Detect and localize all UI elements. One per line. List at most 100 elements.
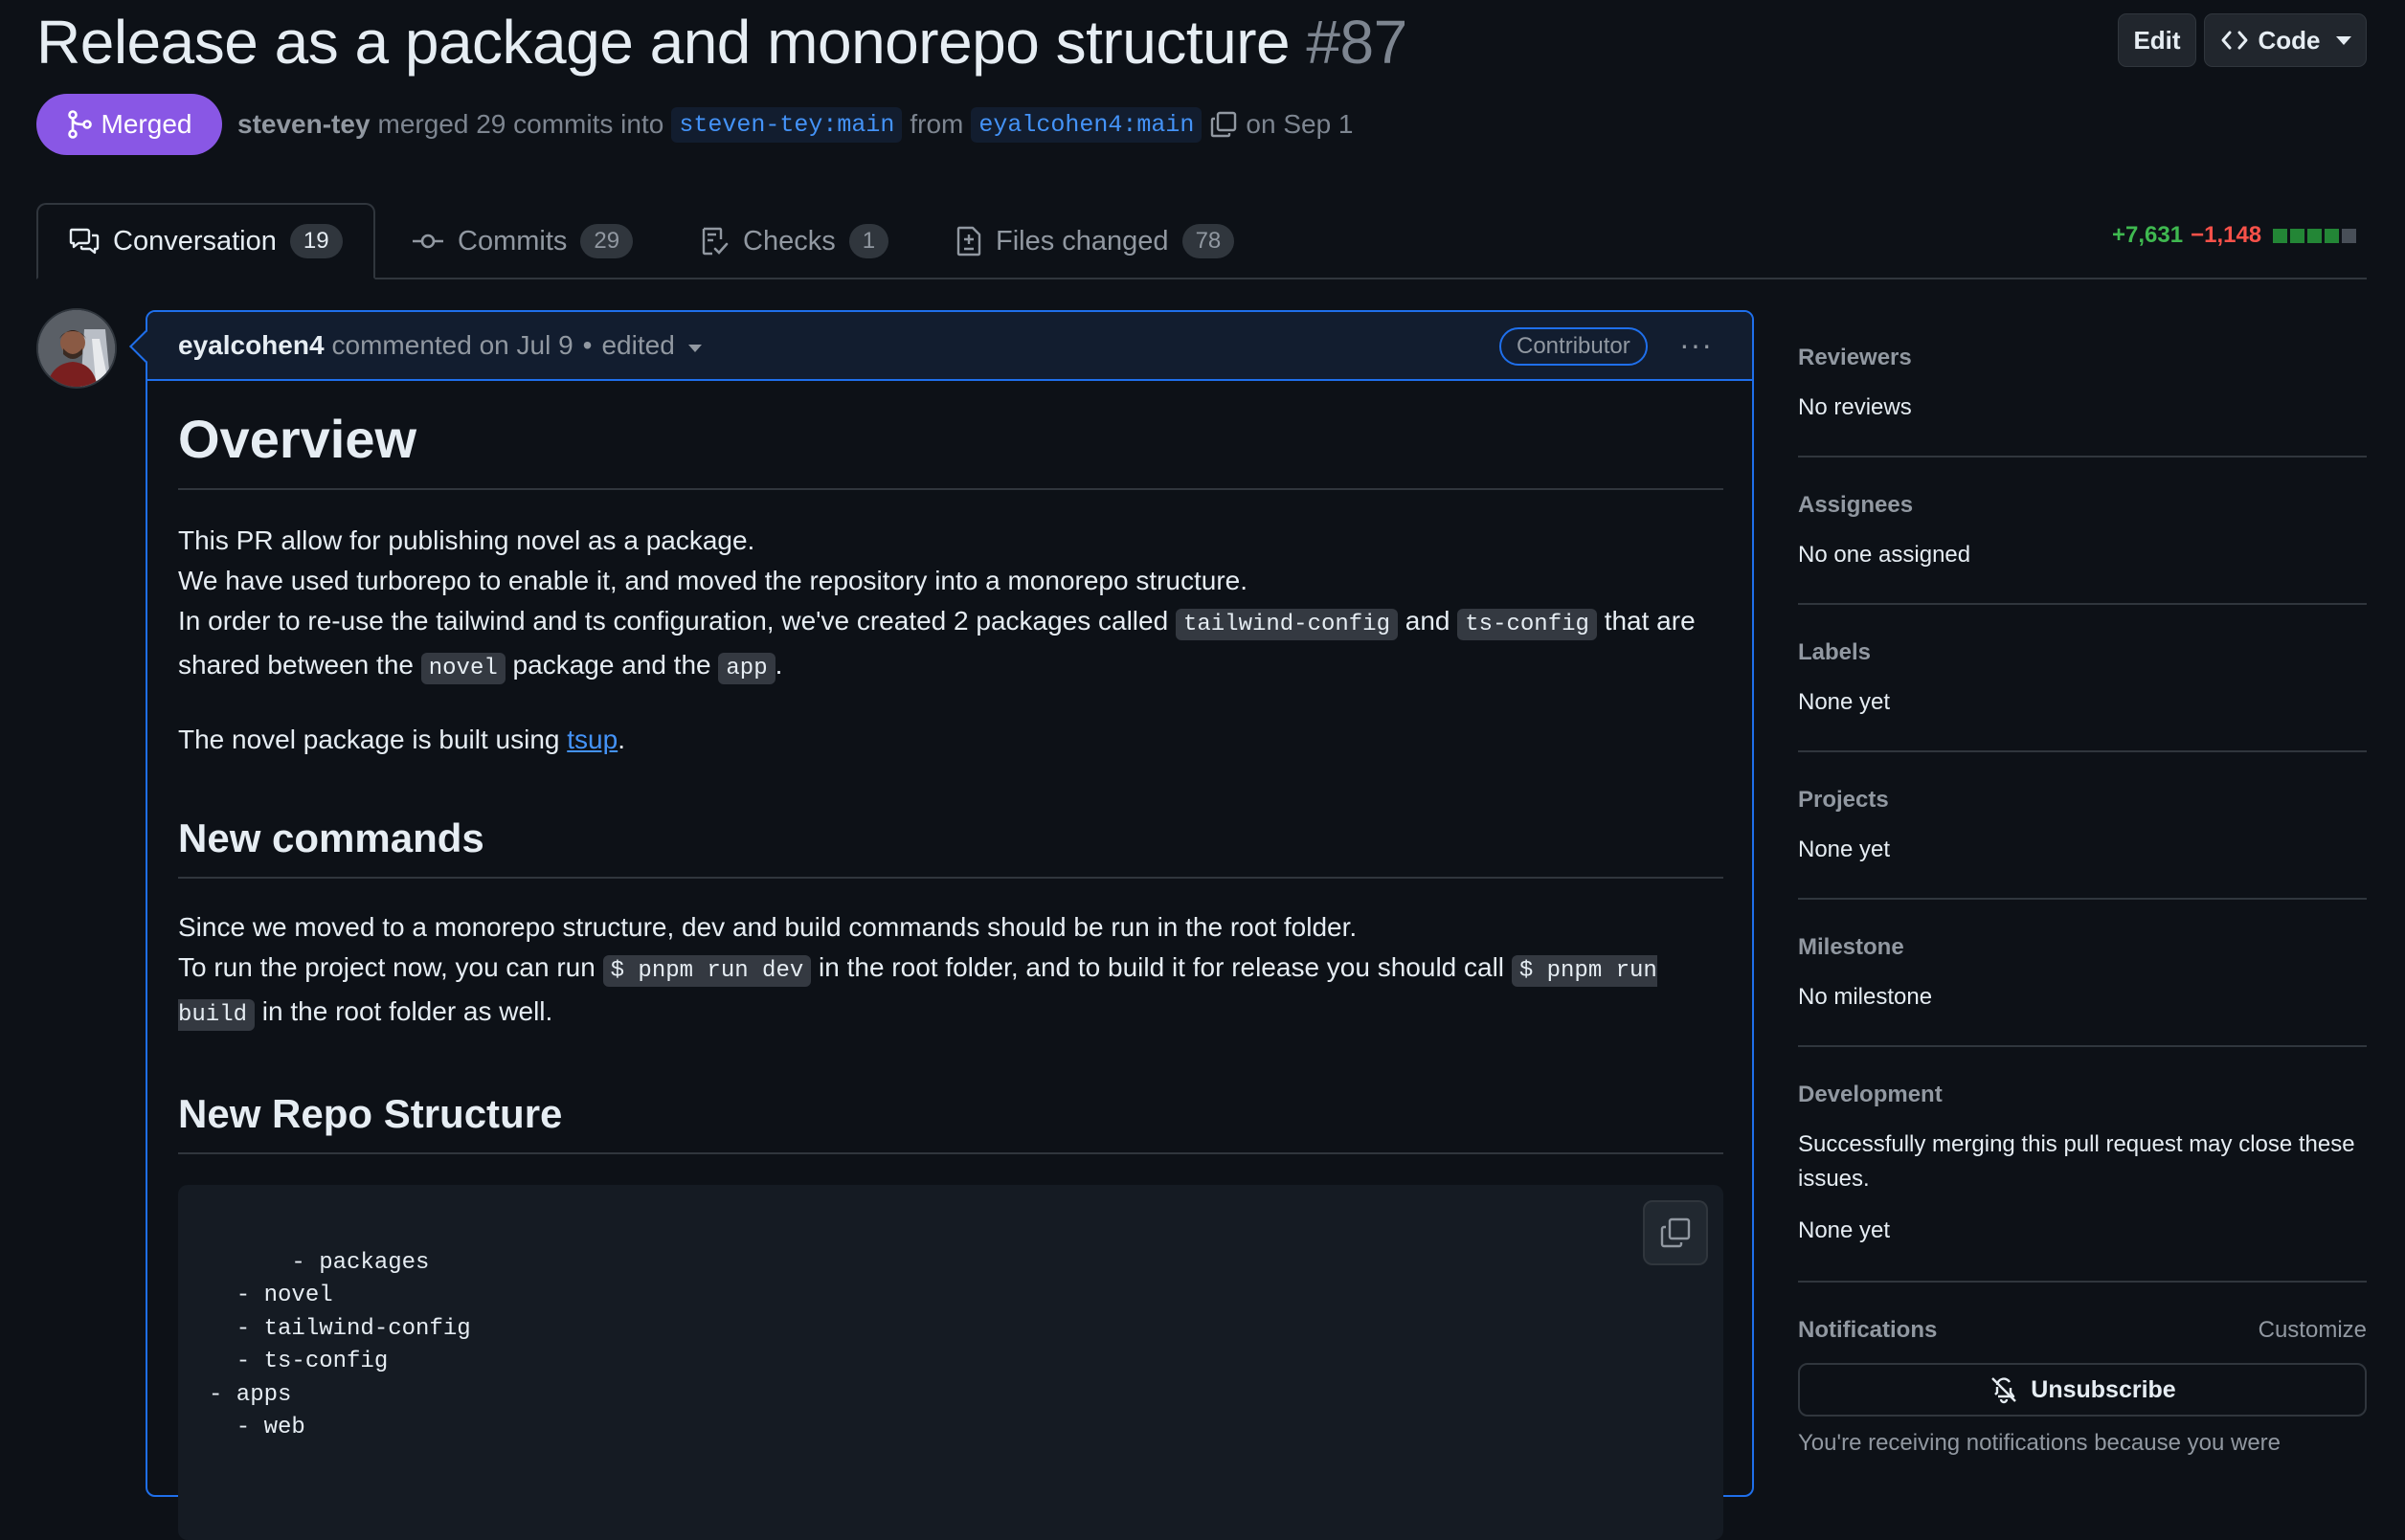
merged-text: merged 29 commits into <box>377 109 664 139</box>
tab-label: Conversation <box>113 225 277 257</box>
tab-label: Commits <box>458 225 568 257</box>
merger-link[interactable]: steven-tey <box>237 109 371 140</box>
heading-overview: Overview <box>178 404 1723 490</box>
sidebar-value: No milestone <box>1798 984 1933 1010</box>
inline-code: ts-config <box>1457 609 1597 640</box>
code-icon <box>2221 31 2247 50</box>
diffstat-square-neutral <box>2342 228 2357 243</box>
chevron-down-icon[interactable] <box>687 345 702 352</box>
chevron-down-icon <box>2335 35 2351 45</box>
additions-count: +7,631 <box>2112 222 2184 248</box>
git-commit-icon <box>413 234 443 249</box>
sidebar-notifications: Notifications Customize <box>1798 1317 2367 1344</box>
tab-counter: 19 <box>289 224 343 258</box>
deletions-count: −1,148 <box>2191 222 2262 248</box>
sidebar-heading[interactable]: Assignees <box>1798 492 2367 519</box>
sidebar-value: None yet <box>1798 837 1891 862</box>
comment-author[interactable]: eyalcohen4 <box>178 330 325 361</box>
tab-commits[interactable]: Commits 29 <box>381 203 663 279</box>
paragraph-text: and <box>1405 606 1450 636</box>
code-button[interactable]: Code <box>2204 13 2367 67</box>
from-text: from <box>910 109 964 139</box>
sidebar-development: Development Successfully merging this pu… <box>1798 1082 2367 1283</box>
contributor-badge: Contributor <box>1499 327 1648 366</box>
git-merge-icon <box>67 110 92 139</box>
status-badge-label: Merged <box>101 109 192 139</box>
inline-code: $ pnpm run dev <box>602 955 812 987</box>
sidebar-heading[interactable]: Development <box>1798 1082 2367 1108</box>
sidebar-heading[interactable]: Projects <box>1798 787 2367 814</box>
edit-button[interactable]: Edit <box>2118 13 2196 67</box>
sidebar-heading: Notifications <box>1798 1317 1938 1343</box>
diffstat-square-added <box>2307 228 2323 243</box>
tab-conversation[interactable]: Conversation 19 <box>36 203 375 279</box>
sidebar-value: None yet <box>1798 689 1891 715</box>
sidebar-value: None yet <box>1798 1217 1891 1243</box>
tab-checks[interactable]: Checks 1 <box>670 203 919 279</box>
paragraph: The novel package is built using tsup. <box>178 725 625 754</box>
diffstat-bar <box>2273 228 2357 243</box>
avatar[interactable] <box>36 308 117 389</box>
sidebar-labels: Labels None yet <box>1798 639 2367 752</box>
pr-number: #87 <box>1306 8 1407 77</box>
sidebar-value: No one assigned <box>1798 542 1971 568</box>
status-badge: Merged <box>36 94 222 155</box>
copy-button[interactable] <box>1643 1200 1708 1265</box>
sidebar-milestone: Milestone No milestone <box>1798 934 2367 1047</box>
tab-counter: 1 <box>848 224 889 258</box>
head-branch[interactable]: eyalcohen4:main <box>971 106 1202 143</box>
paragraph-text: The novel package is built using <box>178 725 560 754</box>
diffstat-square-added <box>2290 228 2305 243</box>
paragraph-text: In order to re-use the tailwind and ts c… <box>178 606 1169 636</box>
tab-label: Checks <box>743 225 836 257</box>
pr-meta: steven-tey merged 29 commits into steven… <box>237 100 1354 149</box>
diffstat: +7,631 −1,148 <box>2112 222 2357 249</box>
paragraph-line: Since we moved to a monorepo structure, … <box>178 912 1358 942</box>
bell-slash-icon <box>1991 1377 2017 1404</box>
sidebar-heading[interactable]: Reviewers <box>1798 345 2367 371</box>
unsubscribe-button[interactable]: Unsubscribe <box>1798 1363 2367 1417</box>
code-block: - packages - novel - tailwind-config - t… <box>178 1185 1723 1540</box>
edit-button-label: Edit <box>2133 25 2181 55</box>
copy-icon[interactable] <box>1209 110 1238 139</box>
comment-bullet: • <box>582 330 593 360</box>
sidebar-value: No reviews <box>1798 394 1912 420</box>
heading-new-commands: New commands <box>178 810 1723 879</box>
base-branch[interactable]: steven-tey:main <box>671 106 903 143</box>
sidebar-heading[interactable]: Labels <box>1798 639 2367 666</box>
unsubscribe-label: Unsubscribe <box>2031 1375 2176 1403</box>
sidebar-projects: Projects None yet <box>1798 787 2367 900</box>
comment-body: Overview This PR allow for publishing no… <box>178 404 1723 1540</box>
copy-icon <box>1660 1217 1691 1248</box>
paragraph-text: in the root folder as well. <box>261 996 553 1026</box>
paragraph-line: This PR allow for publishing novel as a … <box>178 525 755 555</box>
sidebar-reviewers: Reviewers No reviews <box>1798 345 2367 458</box>
kebab-menu-icon[interactable]: ··· <box>1679 327 1713 362</box>
paragraph: Since we moved to a monorepo structure, … <box>178 907 1723 1036</box>
notification-reason: You're receiving notifications because y… <box>1798 1430 2281 1456</box>
paragraph-text: in the root folder, and to build it for … <box>819 952 1505 982</box>
paragraph-line: We have used turborepo to enable it, and… <box>178 566 1248 595</box>
inline-code: tailwind-config <box>1175 609 1398 640</box>
diffstat-square-added <box>2325 228 2340 243</box>
comment-box: eyalcohen4 commented on Jul 9 • edited C… <box>146 310 1754 1540</box>
pr-title-text: Release as a package and monorepo struct… <box>36 8 1291 77</box>
inline-code: novel <box>420 653 506 684</box>
tab-files-changed[interactable]: Files changed 78 <box>925 203 1265 279</box>
customize-link[interactable]: Customize <box>2259 1317 2367 1344</box>
tab-label: Files changed <box>996 225 1169 257</box>
inline-code: app <box>718 653 775 684</box>
merged-date: on Sep 1 <box>1246 109 1354 139</box>
tab-counter: 29 <box>580 224 634 258</box>
code-block-text: - packages - novel - tailwind-config - t… <box>209 1249 471 1441</box>
edited-dropdown[interactable]: edited <box>601 330 674 361</box>
paragraph-text: package and the <box>512 650 711 680</box>
paragraph-text: To run the project now, you can run <box>178 952 596 982</box>
tsup-link[interactable]: tsup <box>567 725 618 754</box>
page-title: Release as a package and monorepo struct… <box>36 4 1407 80</box>
sidebar-assignees: Assignees No one assigned <box>1798 492 2367 605</box>
sidebar-text: Successfully merging this pull request m… <box>1798 1131 2355 1192</box>
comment-action[interactable]: commented on Jul 9 <box>332 330 573 361</box>
sidebar-heading[interactable]: Milestone <box>1798 934 2367 961</box>
file-diff-icon <box>956 226 981 257</box>
